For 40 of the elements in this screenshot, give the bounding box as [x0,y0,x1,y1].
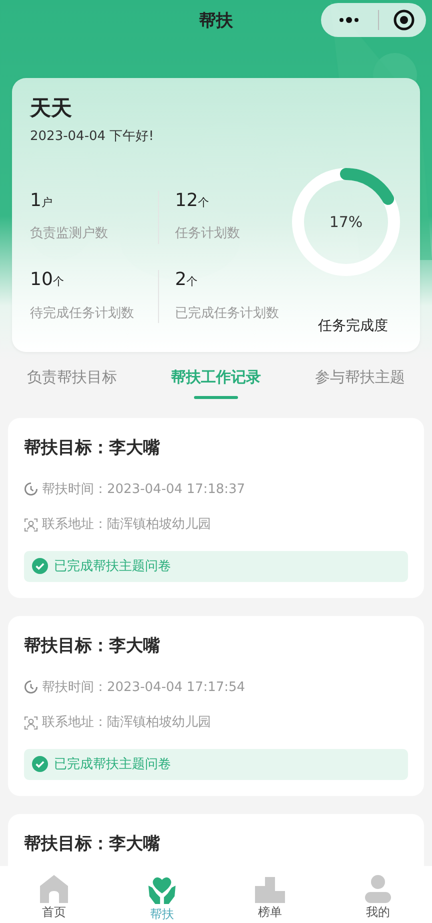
more-icon[interactable] [339,17,359,23]
record-card[interactable]: 帮扶目标：李大嘴 帮扶时间：2023-04-04 17:18:37 联系地址：陆浑镇柏坡幼儿园 已完成帮扶主题问卷 [8,418,424,598]
greeting-text: 2023-04-04 下午好! [30,128,155,146]
user-name: 天天 [30,96,73,122]
status-text: 已完成帮扶主题问卷 [54,558,171,576]
record-title: 帮扶目标：李大嘴 [24,635,161,658]
progress-arc [340,168,394,205]
contact-icon [24,716,38,730]
stat-value: 12个 [175,190,210,210]
record-time: 帮扶时间：2023-04-04 17:17:54 [42,678,246,696]
tab-bar-item[interactable]: 我的 [324,866,432,923]
status-text: 已完成帮扶主题问卷 [54,756,171,774]
record-title: 帮扶目标：李大嘴 [24,833,161,856]
contact-icon [24,518,38,532]
stat-value: 10个 [30,270,65,290]
record-title: 帮扶目标：李大嘴 [24,437,161,460]
person-icon [364,874,392,903]
progress-label: 任务完成度 [318,317,388,336]
podium-icon [255,874,285,903]
clock-icon [24,482,38,496]
stat-value: 2个 [175,270,198,290]
stat-value: 1户 [30,190,54,210]
progress-percent: 17% [329,212,363,233]
check-icon [32,756,48,772]
home-icon [39,874,69,903]
record-card[interactable]: 帮扶目标：李大嘴 [8,814,424,866]
tab-bar-item[interactable]: 首页 [0,866,108,923]
record-time: 帮扶时间：2023-04-04 17:18:37 [42,480,246,498]
tab-bar-item[interactable]: 榜单 [216,866,324,923]
record-card[interactable]: 帮扶目标：李大嘴 帮扶时间：2023-04-04 17:17:54 联系地址：陆浑镇柏坡幼儿园 已完成帮扶主题问卷 [8,616,424,796]
page-title: 帮扶 [199,10,233,34]
stat-label: 待完成任务计划数 [30,304,135,323]
close-icon[interactable] [393,9,415,31]
check-icon [32,558,48,574]
clock-icon [24,680,38,694]
record-address: 联系地址：陆浑镇柏坡幼儿园 [42,516,211,534]
stat-label: 已完成任务计划数 [175,304,280,323]
record-address: 联系地址：陆浑镇柏坡幼儿园 [42,714,211,732]
stat-label: 任务计划数 [175,225,241,244]
stat-label: 负责监测户数 [30,225,109,244]
